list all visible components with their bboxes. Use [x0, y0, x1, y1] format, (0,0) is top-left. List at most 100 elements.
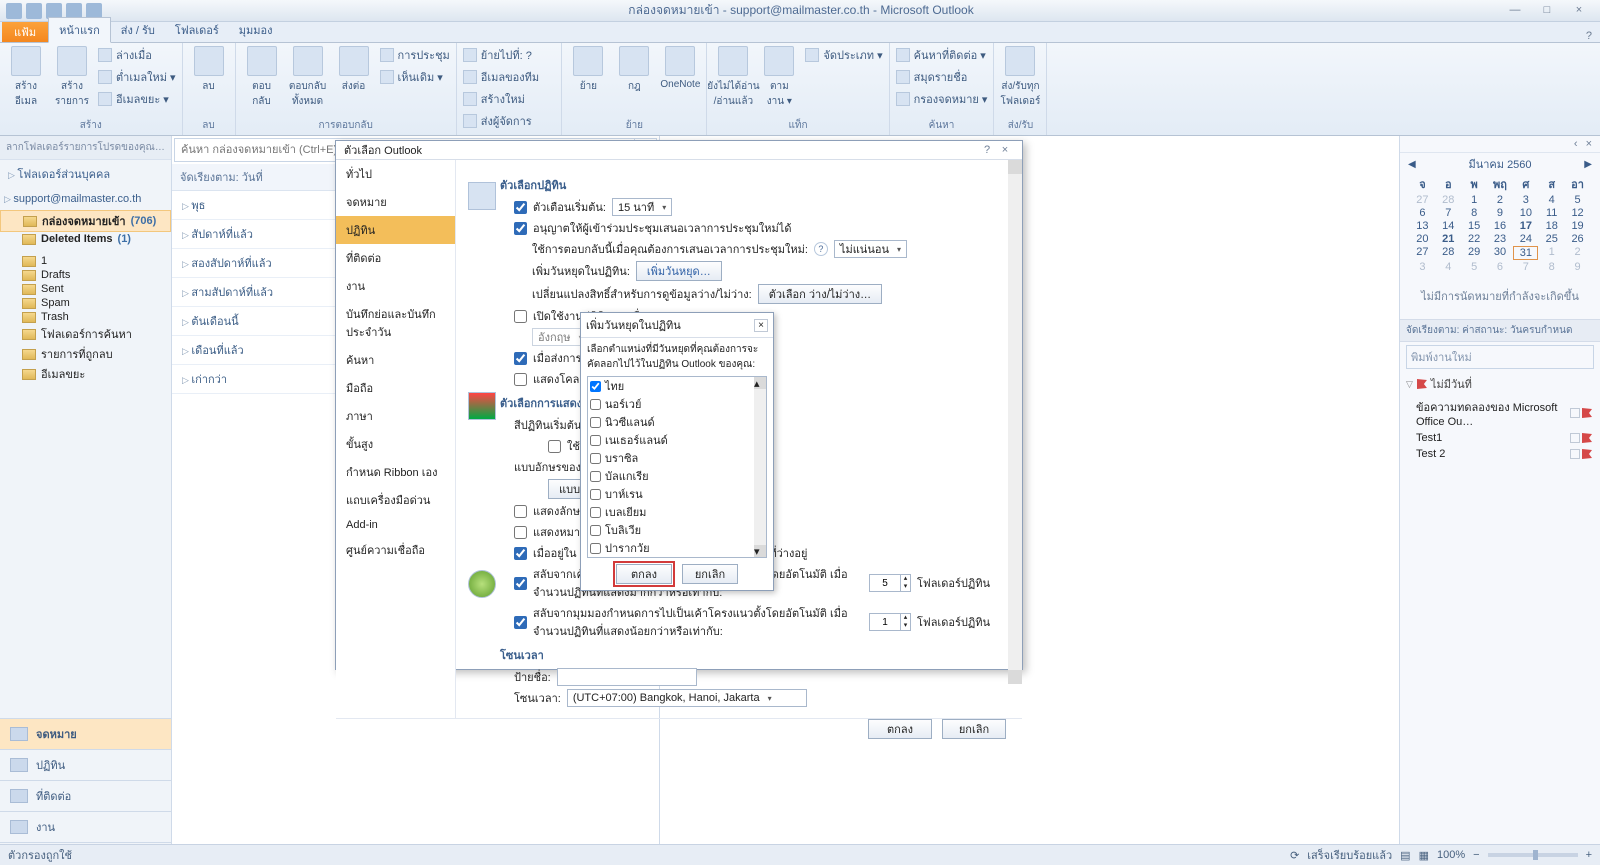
options-cancel-button[interactable]: ยกเลิก	[942, 719, 1006, 739]
options-sidebar-item[interactable]: งาน	[336, 272, 455, 300]
nav-category[interactable]: งาน	[0, 811, 171, 842]
holiday-country-item[interactable]: นิวซีแลนด์	[588, 413, 766, 431]
show-week-checkbox[interactable]	[514, 373, 527, 386]
send-invite-checkbox[interactable]	[514, 352, 527, 365]
nav-category[interactable]: จดหมาย	[0, 718, 171, 749]
holidays-list[interactable]: ไทยนอร์เวย์นิวซีแลนด์เนเธอร์แลนด์บราซิลบ…	[587, 376, 767, 558]
ribbon-small-button[interactable]: อีเมลขยะ ▾	[98, 90, 176, 108]
todo-collapse-icon[interactable]: ‹	[1570, 138, 1582, 150]
nav-category[interactable]: ปฏิทิน	[0, 749, 171, 780]
ribbon-big-button[interactable]: สร้าง รายการ	[52, 46, 92, 109]
calendar-day[interactable]: 5	[1462, 261, 1487, 273]
holidays-cancel-button[interactable]: ยกเลิก	[682, 564, 738, 584]
auto1-spin[interactable]: ▴▾	[869, 574, 911, 592]
options-sidebar-item[interactable]: มือถือ	[336, 374, 455, 402]
calendar-day[interactable]: 2	[1488, 194, 1513, 206]
holiday-country-item[interactable]: เบลเยียม	[588, 503, 766, 521]
calendar-day[interactable]: 7	[1513, 261, 1538, 273]
auto1-checkbox[interactable]	[514, 577, 527, 590]
scroll-up-icon[interactable]	[1008, 160, 1022, 174]
options-sidebar-item[interactable]: ภาษา	[336, 402, 455, 430]
zoom-slider[interactable]	[1488, 853, 1578, 857]
calendar-day[interactable]: 23	[1488, 233, 1513, 245]
auto2-spin[interactable]: ▴▾	[869, 613, 911, 631]
view-reading-icon[interactable]: ▦	[1419, 849, 1429, 862]
calendar-day[interactable]: 5	[1565, 194, 1590, 206]
response-select[interactable]: ไม่แน่นอน	[834, 240, 907, 258]
nav-category[interactable]: ที่ติดต่อ	[0, 780, 171, 811]
nav-deleted[interactable]: Deleted Items (1)	[0, 232, 171, 246]
nav-folder[interactable]: 1	[0, 254, 171, 268]
category-box[interactable]	[1570, 449, 1580, 459]
show-week-num-checkbox[interactable]	[514, 505, 527, 518]
holidays-scrollbar[interactable]: ▴▾	[754, 377, 766, 557]
ribbon-big-button[interactable]: ตาม งาน ▾	[759, 46, 799, 109]
task-item[interactable]: ข้อความทดลองของ Microsoft Office Ou…	[1400, 396, 1600, 430]
view-normal-icon[interactable]: ▤	[1400, 849, 1410, 862]
nav-section-personal[interactable]: โฟลเดอร์ส่วนบุคคล	[0, 160, 171, 188]
holidays-close-icon[interactable]: ×	[754, 319, 768, 332]
file-tab[interactable]: แฟ้ม	[2, 22, 48, 42]
task-sort-header[interactable]: จัดเรียงตาม: ค่าสถานะ: วันครบกำหนด	[1400, 319, 1600, 342]
auto1-value[interactable]	[870, 575, 900, 591]
options-sidebar-item[interactable]: กำหนด Ribbon เอง	[336, 458, 455, 486]
tab-view[interactable]: มุมมอง	[229, 18, 283, 42]
ribbon-big-button[interactable]: ลบ	[189, 46, 229, 94]
nav-inbox[interactable]: กล่องจดหมายเข้า (706)	[0, 210, 171, 232]
zoom-in-icon[interactable]: +	[1586, 849, 1592, 861]
options-sidebar-item[interactable]: ปฏิทิน	[336, 216, 455, 244]
options-sidebar-item[interactable]: ที่ติดต่อ	[336, 244, 455, 272]
holiday-checkbox[interactable]	[590, 471, 601, 482]
holiday-country-item[interactable]: ไทย	[588, 377, 766, 395]
calendar-day[interactable]: 24	[1513, 233, 1538, 245]
calendar-day[interactable]: 10	[1513, 207, 1538, 219]
options-sidebar-item[interactable]: แถบเครื่องมือด่วน	[336, 486, 455, 514]
ribbon-small-button[interactable]: อีเมลของทีม	[463, 68, 556, 86]
help-button[interactable]: ?	[1578, 30, 1600, 42]
calendar-day[interactable]: 13	[1410, 220, 1435, 232]
nav-account[interactable]: support@mailmaster.co.th	[0, 188, 171, 210]
calendar-day[interactable]: 4	[1436, 261, 1461, 273]
calendar-day[interactable]: 14	[1436, 220, 1461, 232]
calendar-prev-icon[interactable]: ◀	[1408, 159, 1416, 170]
holiday-country-item[interactable]: บาห์เรน	[588, 485, 766, 503]
holiday-country-item[interactable]: บัลแกเรีย	[588, 467, 766, 485]
options-sidebar-item[interactable]: ทั่วไป	[336, 160, 455, 188]
nav-folder[interactable]: อีเมลขยะ	[0, 364, 171, 384]
nav-folder[interactable]: Drafts	[0, 268, 171, 282]
calendar-day[interactable]: 4	[1539, 194, 1564, 206]
calendar-day[interactable]: 6	[1410, 207, 1435, 219]
holiday-country-item[interactable]: เนเธอร์แลนด์	[588, 431, 766, 449]
nav-folder[interactable]: Spam	[0, 296, 171, 310]
tab-sendreceive[interactable]: ส่ง / รับ	[111, 18, 165, 42]
calendar-day[interactable]: 29	[1462, 246, 1487, 260]
options-sidebar-item[interactable]: Add-in	[336, 514, 455, 536]
calendar-day[interactable]: 25	[1539, 233, 1564, 245]
holiday-country-item[interactable]: โบลิเวีย	[588, 521, 766, 539]
ribbon-big-button[interactable]: ส่ง/รับทุก โฟลเดอร์	[1000, 46, 1040, 109]
holiday-country-item[interactable]: บราซิล	[588, 449, 766, 467]
new-task-input[interactable]: พิมพ์งานใหม่	[1406, 345, 1594, 369]
show-weekly-checkbox[interactable]	[514, 526, 527, 539]
zoom-out-icon[interactable]: −	[1473, 849, 1479, 861]
calendar-next-icon[interactable]: ▶	[1584, 159, 1592, 170]
calendar-day[interactable]: 21	[1436, 233, 1461, 245]
ribbon-small-button[interactable]: การประชุม	[380, 46, 450, 64]
options-help-icon[interactable]: ?	[978, 144, 996, 156]
calendar-day[interactable]: 18	[1539, 220, 1564, 232]
calendar-day[interactable]: 6	[1488, 261, 1513, 273]
holiday-checkbox[interactable]	[590, 453, 601, 464]
calendar-day[interactable]: 19	[1565, 220, 1590, 232]
ribbon-small-button[interactable]: ล่างเมื่อ	[98, 46, 176, 64]
ribbon-small-button[interactable]: ต่ำเมลใหม่ ▾	[98, 68, 176, 86]
calendar-day[interactable]: 11	[1539, 207, 1564, 219]
tz-select[interactable]: (UTC+07:00) Bangkok, Hanoi, Jakarta	[567, 689, 807, 707]
holiday-checkbox[interactable]	[590, 399, 601, 410]
options-sidebar-item[interactable]: บันทึกย่อและบันทึกประจำวัน	[336, 300, 455, 346]
holiday-checkbox[interactable]	[590, 507, 601, 518]
calendar-day[interactable]: 16	[1488, 220, 1513, 232]
calendar-day[interactable]: 9	[1488, 207, 1513, 219]
calendar-day[interactable]: 27	[1410, 246, 1435, 260]
nav-folder[interactable]: รายการที่ถูกลบ	[0, 344, 171, 364]
add-holidays-button[interactable]: เพิ่มวันหยุด…	[636, 261, 722, 281]
